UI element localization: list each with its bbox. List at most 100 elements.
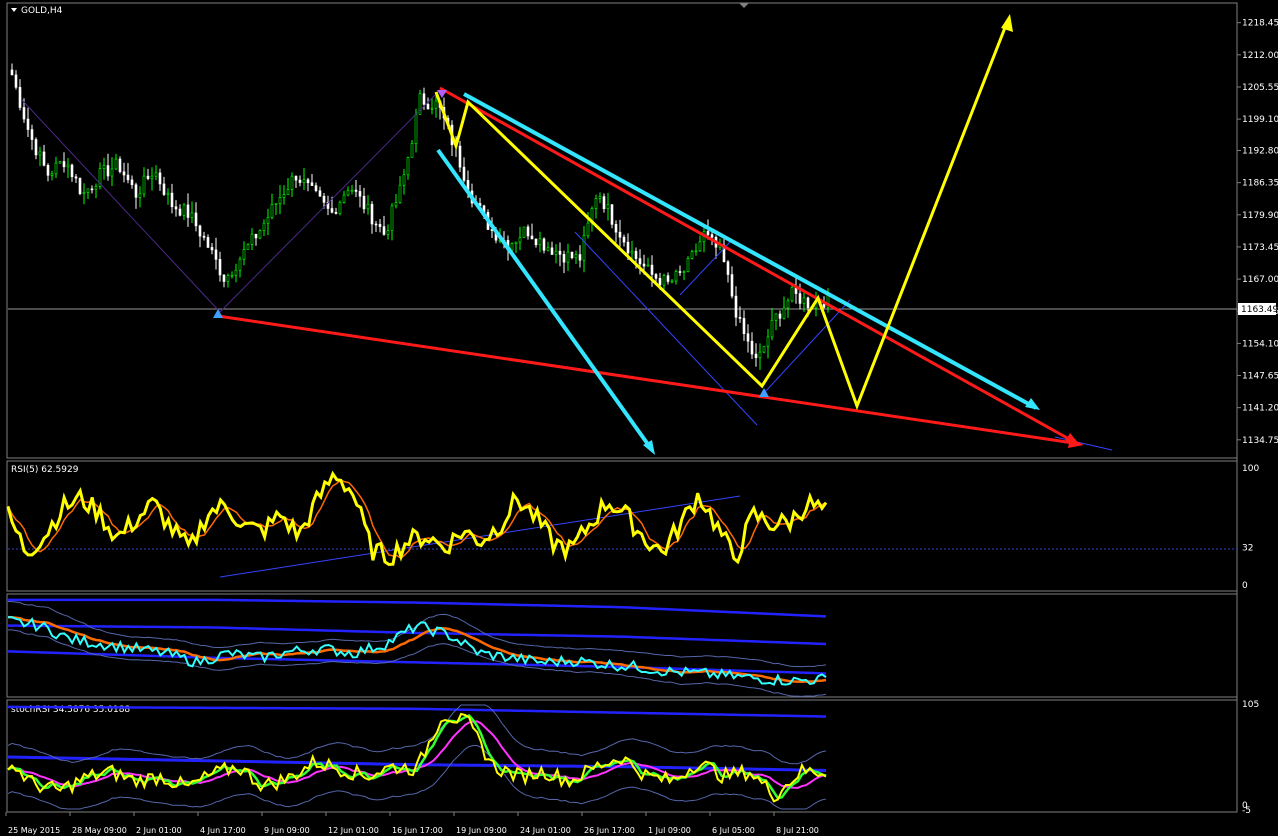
candle-body (638, 258, 642, 265)
price-axis: 1218.45 1212.00 1205.55 1199.10 1192.80 1186.… (1237, 19, 1278, 446)
candle-body (130, 179, 134, 186)
candle-body (70, 164, 74, 178)
cyan-trendline-lower[interactable] (436, 148, 654, 452)
candle-body (318, 190, 322, 197)
candle-body (286, 189, 290, 195)
channel-line-1 (574, 231, 758, 426)
candle-body (190, 212, 194, 218)
stoch-tick-label: 105 (1242, 700, 1259, 710)
candle-body (622, 236, 626, 243)
candle-body (278, 197, 282, 204)
rsi-panel-frame (6, 460, 1238, 592)
candle-body (90, 188, 94, 191)
candle-body (302, 179, 306, 183)
candle-body (770, 319, 774, 338)
candle-body (666, 275, 670, 282)
candle-body (250, 233, 254, 245)
candle-body (238, 258, 242, 271)
candle-body (774, 313, 778, 321)
candle-body (266, 216, 270, 224)
time-tick-label: 24 Jun 01:00 (520, 826, 571, 835)
candle-body (650, 264, 654, 275)
rsi-title: RSI(5) 62.5929 (11, 465, 79, 475)
candle-body (430, 107, 434, 110)
candle-body (626, 241, 630, 254)
candle-body (738, 316, 742, 319)
time-tick-label: 1 Jul 09:00 (648, 826, 691, 835)
candle-body (530, 235, 534, 240)
candle-body (558, 250, 562, 255)
candle-body (742, 318, 746, 334)
candle-body (198, 225, 202, 237)
candle-body (94, 186, 98, 190)
candle-body (234, 269, 238, 276)
chart-title[interactable]: GOLD,H4 (11, 6, 63, 16)
candle-body (62, 161, 66, 168)
candle-body (54, 162, 58, 175)
candle-body (66, 164, 70, 168)
cyan-trendline-upper[interactable] (463, 92, 1037, 410)
candle-body (262, 222, 266, 231)
candle-body (18, 87, 22, 108)
candle-body (298, 179, 302, 183)
candle-body (390, 205, 394, 231)
candle-body (366, 203, 370, 210)
candle-body (710, 234, 714, 238)
candle-body (526, 226, 530, 237)
candle-body (614, 224, 618, 233)
time-tick-label: 26 Jun 17:00 (584, 826, 635, 835)
candle-body (374, 223, 378, 226)
candle-body (306, 179, 310, 184)
scroll-marker-icon[interactable] (739, 3, 749, 8)
candle-body (386, 230, 390, 235)
candle-body (678, 271, 682, 273)
candle-body (586, 222, 590, 236)
candle-body (338, 201, 342, 214)
candle-body (706, 231, 710, 235)
candle-body (674, 271, 678, 282)
osc-upper-band (8, 598, 827, 618)
yellow-projection-path[interactable] (434, 19, 1010, 411)
candle-body (578, 254, 582, 261)
candle-body (566, 251, 570, 263)
candle-body (686, 258, 690, 272)
candle-body (182, 204, 186, 216)
candle-body (406, 157, 410, 176)
candle-body (274, 203, 278, 205)
candle-body (598, 196, 602, 199)
candle-body (242, 249, 246, 260)
stoch-signal-line (7, 720, 827, 789)
candle-body (682, 271, 686, 273)
candle-body (58, 161, 62, 164)
rsi-axis: 100 32 0 (1242, 464, 1259, 591)
candle-body (550, 247, 554, 255)
candle-body (642, 263, 646, 267)
candle-body (50, 173, 54, 176)
upper-red-trendline[interactable] (439, 86, 1079, 446)
candle-body (538, 238, 542, 246)
triangle-down-icon[interactable] (11, 8, 17, 12)
candle-body (126, 174, 130, 181)
candle-body (322, 195, 326, 203)
candle-body (462, 166, 466, 181)
candle-body (618, 231, 622, 238)
candle-body (778, 313, 782, 319)
lower-red-trendline[interactable] (217, 314, 1081, 446)
time-axis: 25 May 2015 28 May 09:00 2 Jun 01:00 4 Jun … (5, 812, 819, 835)
time-tick-label: 4 Jun 17:00 (200, 826, 246, 835)
candle-body (178, 208, 182, 216)
candle-body (330, 208, 334, 213)
candle-body (34, 139, 38, 156)
candle-body (546, 247, 550, 251)
candle-body (354, 189, 358, 192)
candle-body (730, 274, 734, 297)
candle-body (26, 118, 30, 130)
candle-body (106, 165, 110, 177)
candle-body (346, 190, 350, 196)
candle-body (138, 193, 142, 198)
candle-body (258, 230, 262, 239)
candle-body (806, 297, 810, 308)
candle-body (630, 250, 634, 254)
candle-body (434, 100, 438, 109)
price-tick-label: 1173.45 (1242, 243, 1278, 253)
